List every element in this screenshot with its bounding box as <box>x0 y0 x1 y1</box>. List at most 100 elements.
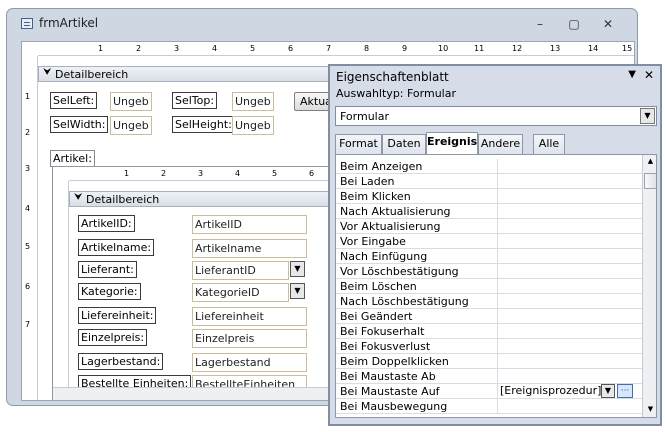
property-value[interactable] <box>497 399 642 414</box>
label-einzelpreis[interactable]: Einzelpreis: <box>78 329 148 346</box>
textbox-artikelid[interactable]: ArtikelID <box>192 215 307 234</box>
object-selector-combobox[interactable]: Formular ▼ <box>335 106 657 126</box>
property-name: Bei Fokusverlust <box>340 340 431 353</box>
label-lagerbestand[interactable]: Lagerbestand: <box>78 353 164 370</box>
property-value[interactable] <box>497 339 642 354</box>
textbox-einzelpreis[interactable]: Einzelpreis <box>192 329 307 348</box>
property-value[interactable] <box>497 369 642 384</box>
ruler-tick: 15 <box>622 44 633 53</box>
textbox-liefereinheit[interactable]: Liefereinheit <box>192 307 307 326</box>
property-value[interactable] <box>497 279 642 294</box>
tab-daten[interactable]: Daten <box>382 134 426 154</box>
ruler-tick: 9 <box>402 44 408 53</box>
label-artikel[interactable]: Artikel: <box>50 150 95 167</box>
property-value[interactable] <box>497 219 642 234</box>
property-name: Beim Klicken <box>340 190 411 203</box>
label-lieferant[interactable]: Lieferant: <box>78 261 137 278</box>
property-row[interactable]: Bei Fokuserhalt <box>336 324 642 339</box>
property-value[interactable] <box>497 234 642 249</box>
tab-format[interactable]: Format <box>335 134 382 154</box>
build-button[interactable]: ··· <box>617 384 633 398</box>
property-grid-vertical-scrollbar[interactable]: ▲ ▼ <box>642 155 656 417</box>
property-row[interactable]: Vor Eingabe <box>336 234 642 249</box>
label-kategorie[interactable]: Kategorie: <box>78 283 141 300</box>
property-value[interactable] <box>497 294 642 309</box>
window-title: frmArtikel <box>39 16 99 30</box>
scroll-thumb[interactable] <box>644 173 656 189</box>
label-artikelid[interactable]: ArtikelID: <box>78 215 135 232</box>
textbox-seltop[interactable]: Ungeb <box>232 92 274 111</box>
property-value[interactable] <box>497 309 642 324</box>
property-value[interactable] <box>497 174 642 189</box>
label-selwidth[interactable]: SelWidth: <box>50 116 109 133</box>
property-row[interactable]: Bei Laden <box>336 174 642 189</box>
property-value[interactable] <box>497 159 642 174</box>
property-row[interactable]: Vor Löschbestätigung <box>336 264 642 279</box>
property-name: Bei Geändert <box>340 310 413 323</box>
ruler-tick: 12 <box>512 44 523 53</box>
property-value[interactable] <box>497 354 642 369</box>
property-name: Beim Anzeigen <box>340 160 423 173</box>
property-value[interactable] <box>497 204 642 219</box>
textbox-selleft[interactable]: Ungeb <box>110 92 152 111</box>
property-value[interactable] <box>497 264 642 279</box>
property-row[interactable]: Beim Klicken <box>336 189 642 204</box>
label-liefereinheit[interactable]: Liefereinheit: <box>78 307 157 324</box>
property-row[interactable]: Beim Anzeigen <box>336 159 642 174</box>
combobox-kategorieid[interactable]: KategorieID <box>192 283 289 302</box>
label-seltop[interactable]: SelTop: <box>172 92 218 109</box>
minimize-button[interactable]: – <box>533 18 547 30</box>
property-row[interactable]: Nach Löschbestätigung <box>336 294 642 309</box>
tab-ereignis[interactable]: Ereignis <box>426 132 478 155</box>
panel-menu-chevron-icon[interactable]: ▼ <box>628 69 636 80</box>
horizontal-ruler: 1 2 3 4 5 6 7 8 9 10 11 12 13 14 15 <box>38 42 634 56</box>
property-row[interactable]: Bei Mausbewegung <box>336 399 642 414</box>
ruler-tick: 6 <box>309 169 315 178</box>
property-row[interactable]: Beim Löschen <box>336 279 642 294</box>
property-row[interactable]: Nach Aktualisierung <box>336 204 642 219</box>
textbox-selheight[interactable]: Ungeb <box>232 116 274 135</box>
tab-andere[interactable]: Andere <box>478 134 523 154</box>
dropdown-arrow-icon[interactable]: ▼ <box>290 261 305 277</box>
tab-alle[interactable]: Alle <box>533 134 565 154</box>
label-selleft[interactable]: SelLeft: <box>50 92 98 109</box>
property-name: Nach Einfügung <box>340 250 428 263</box>
scroll-down-icon[interactable]: ▼ <box>645 405 656 417</box>
close-button[interactable]: ✕ <box>601 18 615 30</box>
property-name: Bei Laden <box>340 175 395 188</box>
combobox-lieferantid[interactable]: LieferantID <box>192 261 289 280</box>
label-artikelname[interactable]: Artikelname: <box>78 239 155 256</box>
property-value[interactable] <box>497 249 642 264</box>
property-name: Nach Aktualisierung <box>340 205 451 218</box>
scroll-up-icon[interactable]: ▲ <box>645 157 656 169</box>
textbox-lagerbestand[interactable]: Lagerbestand <box>192 353 307 372</box>
panel-close-button[interactable]: ✕ <box>644 68 654 82</box>
property-name: Bei Fokuserhalt <box>340 325 425 338</box>
property-row[interactable]: Vor Aktualisierung <box>336 219 642 234</box>
dropdown-arrow-icon[interactable]: ▼ <box>601 384 615 398</box>
object-selector-value: Formular <box>340 110 390 123</box>
property-row[interactable]: Bei Maustaste Ab <box>336 369 642 384</box>
property-row[interactable]: Bei Geändert <box>336 309 642 324</box>
section-chevron-icon: ⮟ <box>43 67 52 78</box>
label-selheight[interactable]: SelHeight: <box>172 116 235 133</box>
dropdown-arrow-icon[interactable]: ▼ <box>640 108 655 124</box>
dropdown-arrow-icon[interactable]: ▼ <box>290 283 305 299</box>
textbox-selwidth[interactable]: Ungeb <box>110 116 152 135</box>
property-name: Vor Löschbestätigung <box>340 265 459 278</box>
textbox-artikelname[interactable]: Artikelname <box>192 239 307 258</box>
property-grid[interactable]: Beim Anzeigen Bei Laden Beim Klicken Nac… <box>335 154 657 418</box>
ruler-tick: 3 <box>198 169 204 178</box>
property-row[interactable]: Bei Maustaste Auf [Ereignisprozedur] ▼ ··… <box>336 384 642 399</box>
property-value[interactable]: [Ereignisprozedur] <box>497 384 601 399</box>
maximize-button[interactable]: ▢ <box>567 18 581 30</box>
property-row[interactable]: Bei Fokusverlust <box>336 339 642 354</box>
property-row[interactable]: Nach Einfügung <box>336 249 642 264</box>
ruler-tick: 14 <box>588 44 599 53</box>
property-value[interactable] <box>497 324 642 339</box>
section-title: Detailbereich <box>86 193 160 206</box>
ruler-tick: 6 <box>288 44 294 53</box>
property-row[interactable]: Beim Doppelklicken <box>336 354 642 369</box>
property-value[interactable] <box>497 189 642 204</box>
ruler-tick: 7 <box>326 44 332 53</box>
